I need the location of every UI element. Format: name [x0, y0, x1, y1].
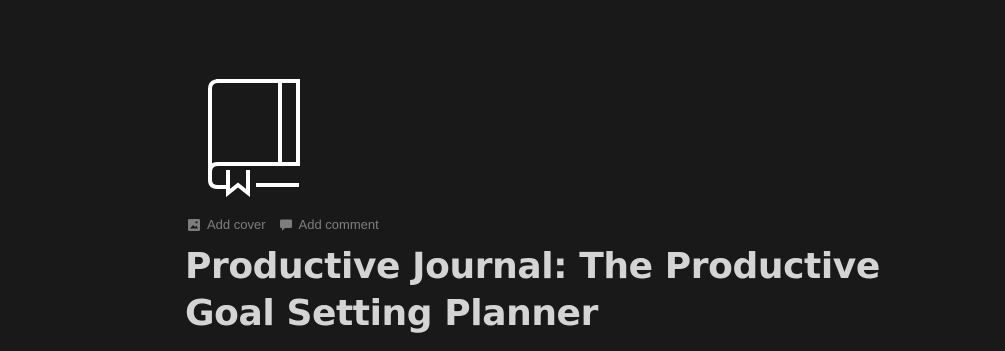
add-cover-button[interactable]: Add cover	[187, 216, 266, 234]
add-comment-label: Add comment	[298, 217, 379, 232]
page-title[interactable]: Productive Journal: The Productive Goal …	[185, 243, 885, 337]
page-controls: Add cover Add comment	[187, 216, 379, 234]
add-cover-label: Add cover	[207, 217, 266, 232]
comment-icon	[279, 218, 293, 232]
image-icon	[187, 218, 201, 232]
add-comment-button[interactable]: Add comment	[279, 216, 379, 234]
page-icon[interactable]	[203, 76, 305, 198]
page-header: Add cover Add comment Productive Journal…	[0, 0, 1005, 351]
book-icon	[208, 78, 300, 198]
